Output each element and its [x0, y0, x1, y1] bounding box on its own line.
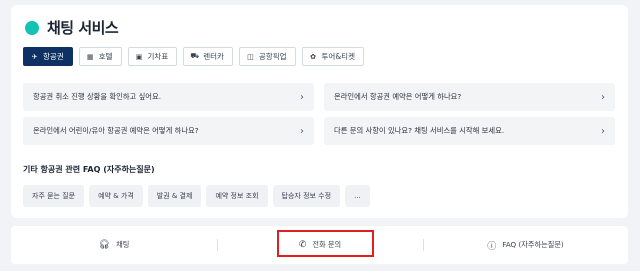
faq-item[interactable]: 온라인에서 어린이/유아 항공권 예약은 어떻게 하나요? › — [23, 117, 314, 145]
tab-rental-car[interactable]: ⛟ 렌터카 — [183, 47, 233, 66]
tab-label: 기차표 — [147, 52, 169, 61]
chip-passenger-edit[interactable]: 탑승자 정보 수정 — [272, 185, 341, 207]
chip-faq[interactable]: 자주 묻는 질문 — [23, 185, 85, 207]
tab-label: 공항픽업 — [258, 52, 287, 61]
faq-item[interactable]: 온라인에서 항공권 예약은 어떻게 하나요? › — [324, 83, 615, 111]
plane-icon: ✈ — [31, 52, 38, 61]
faq-text: 다른 문의 사항이 있나요? 채팅 서비스를 시작해 보세요. — [334, 126, 505, 135]
tab-tours-tickets[interactable]: ✿ 투어&티켓 — [301, 47, 364, 66]
faq-list: 항공권 취소 진행 상황을 확인하고 싶어요. › 온라인에서 항공권 예약은 … — [23, 83, 619, 145]
tab-flights[interactable]: ✈ 항공권 — [23, 47, 73, 66]
tab-airport-pickup[interactable]: ◫ 공항픽업 — [238, 47, 296, 66]
chevron-right-icon: › — [601, 125, 605, 137]
chat-label: 채팅 — [116, 240, 130, 249]
chevron-right-icon: › — [300, 125, 304, 137]
tab-train[interactable]: ▣ 기차표 — [127, 47, 178, 66]
highlight-box — [277, 230, 374, 257]
headset-icon: 🎧︎ — [98, 240, 111, 250]
faq-button[interactable]: ⓘ FAQ (자주하는질문) — [423, 226, 628, 264]
chip-more[interactable]: ... — [345, 185, 370, 207]
train-icon: ▣ — [135, 52, 143, 61]
tab-label: 렌터카 — [203, 52, 224, 61]
faq-category-chips: 자주 묻는 질문 예약 & 가격 발권 & 결제 예약 정보 조회 탑승자 정보… — [23, 185, 370, 207]
faq-item[interactable]: 항공권 취소 진행 상황을 확인하고 싶어요. › — [23, 83, 314, 111]
status-dot-icon — [25, 20, 39, 35]
faq-text: 온라인에서 어린이/유아 항공권 예약은 어떻게 하나요? — [33, 126, 199, 135]
faq-item[interactable]: 다른 문의 사항이 있나요? 채팅 서비스를 시작해 보세요. › — [324, 117, 615, 145]
title-row: 채팅 서비스 — [25, 17, 119, 38]
chevron-right-icon: › — [601, 91, 605, 103]
hotel-icon: ▦ — [86, 52, 94, 61]
ticket-icon: ✿ — [310, 52, 316, 61]
faq-text: 온라인에서 항공권 예약은 어떻게 하나요? — [334, 92, 462, 101]
tab-label: 투어&티켓 — [321, 52, 355, 61]
faq-text: 항공권 취소 진행 상황을 확인하고 싶어요. — [33, 92, 162, 101]
category-tabs: ✈ 항공권 ▦ 호텔 ▣ 기차표 ⛟ 렌터카 ◫ 공항픽업 ✿ 투어&티켓 — [23, 47, 364, 66]
faq-label: FAQ (자주하는질문) — [502, 240, 564, 249]
chat-button[interactable]: 🎧︎ 채팅 — [11, 226, 217, 264]
chevron-right-icon: › — [300, 91, 304, 103]
page-title: 채팅 서비스 — [47, 19, 119, 37]
car-icon: ⛟ — [190, 52, 200, 60]
shuttle-icon: ◫ — [247, 52, 254, 61]
tab-label: 항공권 — [43, 52, 64, 61]
chat-service-card: 채팅 서비스 ✈ 항공권 ▦ 호텔 ▣ 기차표 ⛟ 렌터카 ◫ 공항픽업 ✿ 투… — [11, 5, 628, 218]
chip-booking-lookup[interactable]: 예약 정보 조회 — [206, 185, 268, 207]
chip-ticketing-payment[interactable]: 발권 & 결제 — [147, 185, 202, 207]
tab-label: 호텔 — [98, 52, 113, 61]
chip-booking-price[interactable]: 예약 & 가격 — [89, 185, 143, 207]
other-faq-heading: 기타 항공권 관련 FAQ (자주하는질문) — [23, 165, 155, 174]
info-icon: ⓘ — [487, 241, 497, 252]
tab-hotel[interactable]: ▦ 호텔 — [78, 47, 122, 66]
